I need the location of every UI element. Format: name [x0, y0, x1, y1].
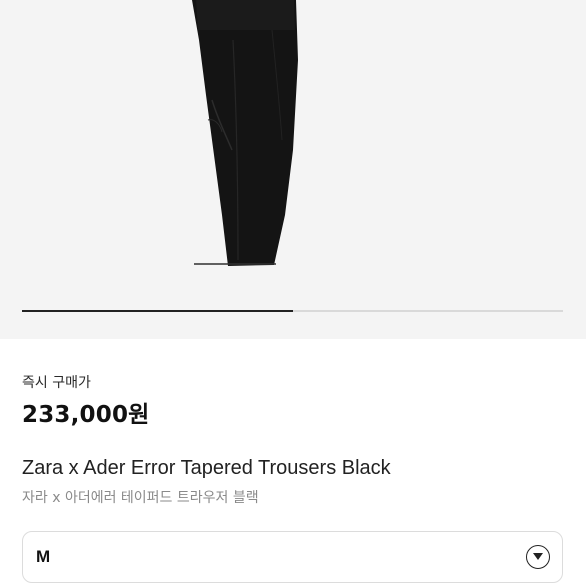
product-image-gallery[interactable]	[0, 0, 586, 339]
size-value: M	[36, 547, 51, 566]
product-title: Zara x Ader Error Tapered Trousers Black	[22, 457, 391, 479]
product-image	[192, 0, 298, 266]
instant-buy-price-label: 즉시 구매가	[22, 375, 91, 391]
gallery-progress-fill	[22, 310, 293, 312]
gallery-progress-bar	[22, 310, 563, 312]
size-select[interactable]: M	[22, 531, 563, 583]
product-subtitle: 자라 x 아더에러 테이퍼드 트라우저 블랙	[22, 490, 259, 506]
chevron-down-icon[interactable]	[526, 545, 550, 569]
instant-buy-price: 233,000원	[22, 402, 150, 428]
